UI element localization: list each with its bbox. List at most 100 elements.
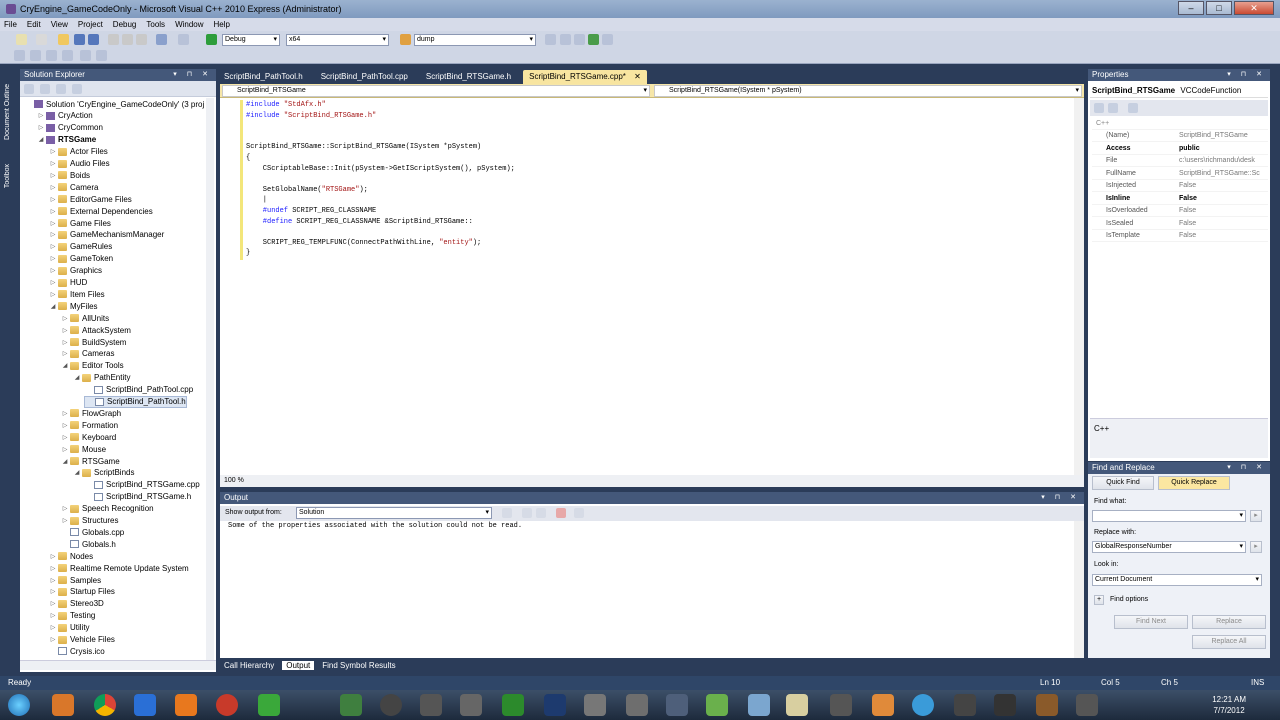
- app-icon[interactable]: [912, 694, 934, 716]
- replace-expression-builder-icon[interactable]: ▸: [1250, 541, 1262, 553]
- media-player-icon[interactable]: [52, 694, 74, 716]
- expand-toggle-icon[interactable]: ▷: [60, 315, 70, 322]
- tree-folder[interactable]: ◢ ScriptBinds: [72, 467, 135, 479]
- expand-toggle-icon[interactable]: ▷: [48, 148, 58, 155]
- tree-file[interactable]: Globals.cpp: [60, 526, 124, 538]
- tree-folder[interactable]: ▷ GameToken: [48, 253, 113, 265]
- find-options-label[interactable]: Find options: [1110, 596, 1148, 603]
- property-row[interactable]: File c:\users\richmandu\desk: [1092, 155, 1268, 167]
- tree-folder[interactable]: ▷ Nodes: [48, 550, 93, 562]
- property-row[interactable]: IsTemplate False: [1092, 230, 1268, 242]
- save-all-icon[interactable]: [88, 34, 99, 45]
- expand-toggle-icon[interactable]: ▷: [48, 577, 58, 584]
- tab-output[interactable]: Output: [282, 660, 315, 670]
- find-message-icon[interactable]: [502, 508, 512, 518]
- cut-icon[interactable]: [108, 34, 119, 45]
- quick-replace-button[interactable]: Quick Replace: [1158, 476, 1230, 490]
- expand-toggle-icon[interactable]: ◢: [72, 374, 82, 381]
- quick-find-button[interactable]: Quick Find: [1092, 476, 1154, 490]
- steam-icon[interactable]: [380, 694, 402, 716]
- open-file-icon[interactable]: [58, 34, 69, 45]
- panel-pin-close-icons[interactable]: ▾ ⊓ ✕: [173, 69, 212, 81]
- app-icon[interactable]: [460, 694, 482, 716]
- tab-call-hierarchy[interactable]: Call Hierarchy: [224, 661, 274, 670]
- tree-folder[interactable]: ▷ Formation: [60, 419, 118, 431]
- tree-file[interactable]: Crysis.ico: [48, 645, 105, 657]
- tree-folder[interactable]: ▷ Audio Files: [48, 158, 110, 170]
- tree-folder[interactable]: ▷ Samples: [48, 574, 101, 586]
- tree-folder[interactable]: ▷ Mouse: [60, 443, 106, 455]
- expand-toggle-icon[interactable]: ▷: [48, 231, 58, 238]
- tree-file[interactable]: ScriptBind_RTSGame.h: [84, 491, 191, 503]
- panel-pin-close-icons[interactable]: ▾ ⊓ ✕: [1227, 462, 1266, 474]
- output-scrollbar[interactable]: [1074, 521, 1084, 658]
- expand-toggle-icon[interactable]: ▷: [48, 220, 58, 227]
- expand-toggle-icon[interactable]: ▷: [60, 327, 70, 334]
- expand-toggle-icon[interactable]: ▷: [48, 636, 58, 643]
- tree-folder[interactable]: ▷ Stereo3D: [48, 598, 104, 610]
- tree-folder[interactable]: ▷ EditorGame Files: [48, 193, 132, 205]
- expand-toggle-icon[interactable]: ▷: [60, 517, 70, 524]
- tree-project[interactable]: Solution 'CryEngine_GameCodeOnly' (3 pro…: [24, 98, 204, 110]
- expand-toggle-icon[interactable]: ◢: [60, 362, 70, 369]
- outdent-icon[interactable]: [62, 50, 73, 61]
- tree-folder[interactable]: ▷ Game Files: [48, 217, 111, 229]
- expand-toggle-icon[interactable]: ▷: [48, 243, 58, 250]
- categorized-icon[interactable]: [1094, 103, 1104, 113]
- tree-folder[interactable]: ▷ AttackSystem: [60, 324, 131, 336]
- tree-folder[interactable]: ▷ HUD: [48, 277, 88, 289]
- next-bookmark-icon[interactable]: [96, 50, 107, 61]
- expand-toggle-icon[interactable]: ▷: [60, 422, 70, 429]
- app-icon[interactable]: [1076, 694, 1098, 716]
- copy-icon[interactable]: [122, 34, 133, 45]
- extension-icon[interactable]: [602, 34, 613, 45]
- menu-file[interactable]: File: [4, 20, 17, 29]
- expand-toggle-icon[interactable]: ▷: [60, 410, 70, 417]
- expand-toggle-icon[interactable]: ▷: [48, 612, 58, 619]
- firefox-icon[interactable]: [216, 694, 238, 716]
- property-category[interactable]: C++: [1092, 118, 1268, 130]
- app-icon[interactable]: [1036, 694, 1058, 716]
- property-row[interactable]: IsSealed False: [1092, 218, 1268, 230]
- editor-vertical-scrollbar[interactable]: [1074, 98, 1084, 475]
- app-icon[interactable]: [954, 694, 976, 716]
- expand-toggle-icon[interactable]: ▷: [48, 279, 58, 286]
- panel-pin-close-icons[interactable]: ▾ ⊓ ✕: [1227, 69, 1266, 81]
- menu-help[interactable]: Help: [214, 20, 230, 29]
- property-row[interactable]: IsOverloaded False: [1092, 205, 1268, 217]
- zoom-level[interactable]: 100 %: [224, 477, 244, 484]
- bookmark-icon[interactable]: [80, 50, 91, 61]
- add-item-icon[interactable]: [36, 34, 47, 45]
- replace-all-button[interactable]: Replace All: [1192, 635, 1266, 649]
- tree-folder[interactable]: ▷ Utility: [48, 622, 90, 634]
- find-what-field[interactable]: [1092, 510, 1246, 522]
- visual-studio-icon[interactable]: [786, 694, 808, 716]
- undo-icon[interactable]: [156, 34, 167, 45]
- expand-toggle-icon[interactable]: ▷: [60, 339, 70, 346]
- document-tab[interactable]: ScriptBind_PathTool.cpp: [315, 70, 414, 84]
- replace-with-field[interactable]: GlobalResponseNumber: [1092, 541, 1246, 553]
- menu-view[interactable]: View: [51, 20, 68, 29]
- expand-find-options-icon[interactable]: +: [1094, 595, 1104, 605]
- platform-combo[interactable]: x64: [286, 34, 389, 46]
- tree-folder[interactable]: ▷ Realtime Remote Update System: [48, 562, 189, 574]
- expand-toggle-icon[interactable]: ▷: [48, 565, 58, 572]
- expand-toggle-icon[interactable]: ▷: [48, 600, 58, 607]
- tree-folder[interactable]: ◢ Editor Tools: [60, 360, 124, 372]
- redo-icon[interactable]: [178, 34, 189, 45]
- properties-icon[interactable]: [24, 84, 34, 94]
- close-button[interactable]: ✕: [1234, 1, 1274, 15]
- find-combo[interactable]: dump: [414, 34, 536, 46]
- tree-folder[interactable]: ▷ Boids: [48, 169, 90, 181]
- new-project-icon[interactable]: [16, 34, 27, 45]
- system-clock[interactable]: 12:21 AM 7/7/2012: [1212, 694, 1246, 716]
- tree-folder[interactable]: ◢ RTSGame: [60, 455, 120, 467]
- expand-toggle-icon[interactable]: ▷: [48, 267, 58, 274]
- tree-folder[interactable]: ▷ Vehicle Files: [48, 634, 115, 646]
- tree-folder[interactable]: ▷ BuildSystem: [60, 336, 127, 348]
- expand-toggle-icon[interactable]: ▷: [48, 553, 58, 560]
- expand-toggle-icon[interactable]: ▷: [60, 505, 70, 512]
- app-icon[interactable]: [626, 694, 648, 716]
- outlook-icon[interactable]: [134, 694, 156, 716]
- expand-toggle-icon[interactable]: ▷: [48, 624, 58, 631]
